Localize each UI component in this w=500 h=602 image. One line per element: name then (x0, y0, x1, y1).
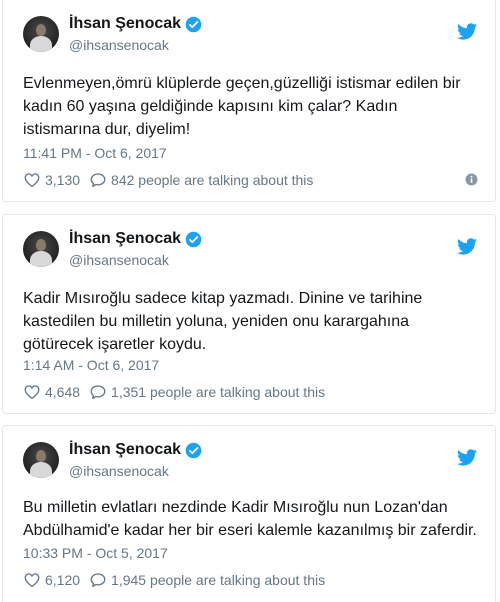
author-row: İhsan Şenocak (69, 441, 202, 459)
speech-bubble-icon (90, 173, 106, 188)
verified-badge-icon (185, 16, 202, 32)
talking-count: 842 people are talking about this (111, 172, 314, 188)
like-button[interactable]: 6,120 (23, 571, 80, 589)
like-count: 4,648 (45, 384, 81, 400)
tweet-text: Kadir Mısıroğlu sadece kitap yazmadı. Di… (23, 290, 423, 353)
verified-badge-icon (185, 442, 202, 458)
heart-icon (24, 173, 40, 188)
author-name[interactable]: İhsan Şenocak (69, 230, 181, 248)
reply-button[interactable]: 842 people are talking about this (89, 171, 313, 189)
heart-icon (24, 573, 40, 588)
talking-count: 1,351 people are talking about this (111, 384, 326, 400)
avatar[interactable] (23, 16, 59, 52)
verified-badge-icon (185, 231, 202, 247)
talking-count: 1,945 people are talking about this (111, 572, 326, 588)
tweet-card[interactable]: İhsan Şenocak @ihsansenocak Kadir Mısıro… (2, 214, 496, 414)
avatar[interactable] (23, 442, 59, 478)
twitter-bird-icon[interactable] (457, 449, 477, 466)
author-name[interactable]: İhsan Şenocak (69, 15, 181, 33)
twitter-bird-icon[interactable] (457, 238, 477, 255)
like-count: 3,130 (45, 172, 81, 188)
like-button[interactable]: 4,648 (23, 383, 80, 401)
reply-button[interactable]: 1,945 people are talking about this (89, 571, 325, 589)
author-handle[interactable]: @ihsansenocak (69, 37, 169, 53)
like-button[interactable]: 3,130 (23, 171, 80, 189)
author-handle[interactable]: @ihsansenocak (69, 463, 169, 479)
tweet-card[interactable]: İhsan Şenocak @ihsansenocak Evlenmeyen,ö… (2, 0, 496, 202)
tweet-actions: 3,130 842 people are talking about this (23, 171, 313, 189)
author-row: İhsan Şenocak (69, 230, 202, 248)
tweet-actions: 4,648 1,351 people are talking about thi… (23, 383, 325, 401)
tweet-text: Evlenmeyen,ömrü klüplerde geçen,güzelliğ… (23, 75, 461, 138)
tweet-actions: 6,120 1,945 people are talking about thi… (23, 571, 325, 589)
avatar[interactable] (23, 231, 59, 267)
tweet-timestamp[interactable]: 10:33 PM - Oct 5, 2017 (23, 545, 168, 561)
tweet-text: Bu milletin evlatları nezdinde Kadir Mıs… (23, 499, 477, 539)
reply-button[interactable]: 1,351 people are talking about this (89, 383, 325, 401)
tweet-timestamp[interactable]: 11:41 PM - Oct 6, 2017 (23, 145, 167, 161)
heart-icon (24, 385, 40, 400)
speech-bubble-icon (90, 573, 106, 588)
author-handle[interactable]: @ihsansenocak (69, 252, 169, 268)
author-row: İhsan Şenocak (69, 15, 202, 33)
author-name[interactable]: İhsan Şenocak (69, 441, 181, 459)
tweet-timestamp[interactable]: 1:14 AM - Oct 6, 2017 (23, 357, 159, 373)
info-icon[interactable] (465, 173, 478, 186)
speech-bubble-icon (90, 385, 106, 400)
twitter-bird-icon[interactable] (457, 23, 477, 40)
like-count: 6,120 (45, 572, 81, 588)
tweet-card[interactable]: İhsan Şenocak @ihsansenocak Bu milletin … (2, 425, 496, 602)
